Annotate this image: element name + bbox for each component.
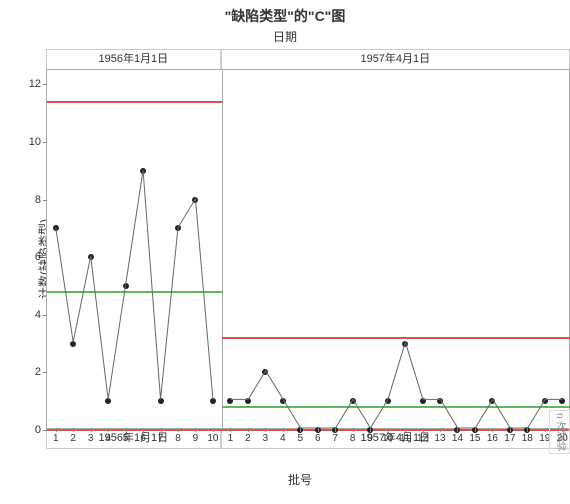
x-tick-label: 4 (105, 433, 111, 444)
plot-area: 计数(缺陷类型) 1956年1月1日1957年4月1日 024681012123… (30, 49, 570, 469)
x-tick-label: 6 (140, 433, 146, 444)
data-point (53, 225, 59, 231)
x-tick-label: 10 (207, 433, 218, 444)
data-point (192, 197, 198, 203)
data-point (175, 225, 181, 231)
x-tick-label: 7 (158, 433, 164, 444)
data-point (280, 398, 286, 404)
data-point (70, 341, 76, 347)
data-point (437, 398, 443, 404)
data-point (385, 398, 391, 404)
x-tick-label: 8 (350, 433, 356, 444)
panel: 12345678910 (47, 70, 222, 428)
x-tick-label: 18 (522, 433, 533, 444)
x-tick-label: 5 (297, 433, 303, 444)
x-tick-label: 9 (367, 433, 373, 444)
x-tick-label: 4 (280, 433, 286, 444)
data-point (245, 398, 251, 404)
chart-title: "缺陷类型"的"C"图 (0, 0, 570, 26)
x-tick-label: 2 (245, 433, 251, 444)
data-point (123, 283, 129, 289)
data-point (420, 398, 426, 404)
x-tick-label: 8 (175, 433, 181, 444)
x-tick-label: 15 (469, 433, 480, 444)
x-tick-label: 7 (332, 433, 338, 444)
data-point (559, 398, 565, 404)
panel: 1234567891011121314151617181920 (222, 70, 570, 428)
c-chart-container: "缺陷类型"的"C"图 日期 计数(缺陷类型) 1956年1月1日1957年4月… (0, 0, 570, 504)
lcl-line (222, 429, 570, 431)
data-point (262, 369, 268, 375)
panel-footer-label: 1957年4月1日 (221, 429, 570, 449)
cl-line (222, 406, 570, 408)
x-tick-label: 2 (70, 433, 76, 444)
x-tick-label: 10 (382, 433, 393, 444)
x-tick-label: 9 (193, 433, 199, 444)
ucl-line (47, 101, 222, 103)
x-tick-label: 3 (263, 433, 269, 444)
x-tick-label: 1 (228, 433, 234, 444)
x-tick-label: 5 (123, 433, 129, 444)
data-point (227, 398, 233, 404)
x-tick-label: 14 (452, 433, 463, 444)
data-point (140, 168, 146, 174)
data-point (350, 398, 356, 404)
data-point (105, 398, 111, 404)
plot-box: 0246810121234567891012345678910111213141… (46, 69, 570, 429)
data-point (158, 398, 164, 404)
x-tick-label: 3 (88, 433, 94, 444)
x-tick-label: 11 (400, 433, 410, 444)
x-tick-label: 17 (504, 433, 515, 444)
side-tag: n 次试验 (549, 410, 570, 454)
x-axis-label: 批号 (0, 471, 570, 488)
data-point (402, 341, 408, 347)
x-tick-label: 16 (487, 433, 498, 444)
data-point (489, 398, 495, 404)
panel-header-label: 1956年1月1日 (46, 49, 221, 69)
panel-header-label: 1957年4月1日 (221, 49, 570, 69)
x-tick-label: 1 (53, 433, 59, 444)
data-point (542, 398, 548, 404)
x-tick-label: 13 (434, 433, 445, 444)
ucl-line (222, 337, 570, 339)
x-tick-label: 12 (417, 433, 428, 444)
x-tick-label: 6 (315, 433, 321, 444)
cl-line (47, 291, 222, 293)
panel-header: 1956年1月1日1957年4月1日 (46, 49, 570, 69)
chart-subtitle: 日期 (0, 26, 570, 49)
data-point (88, 254, 94, 260)
data-point (210, 398, 216, 404)
